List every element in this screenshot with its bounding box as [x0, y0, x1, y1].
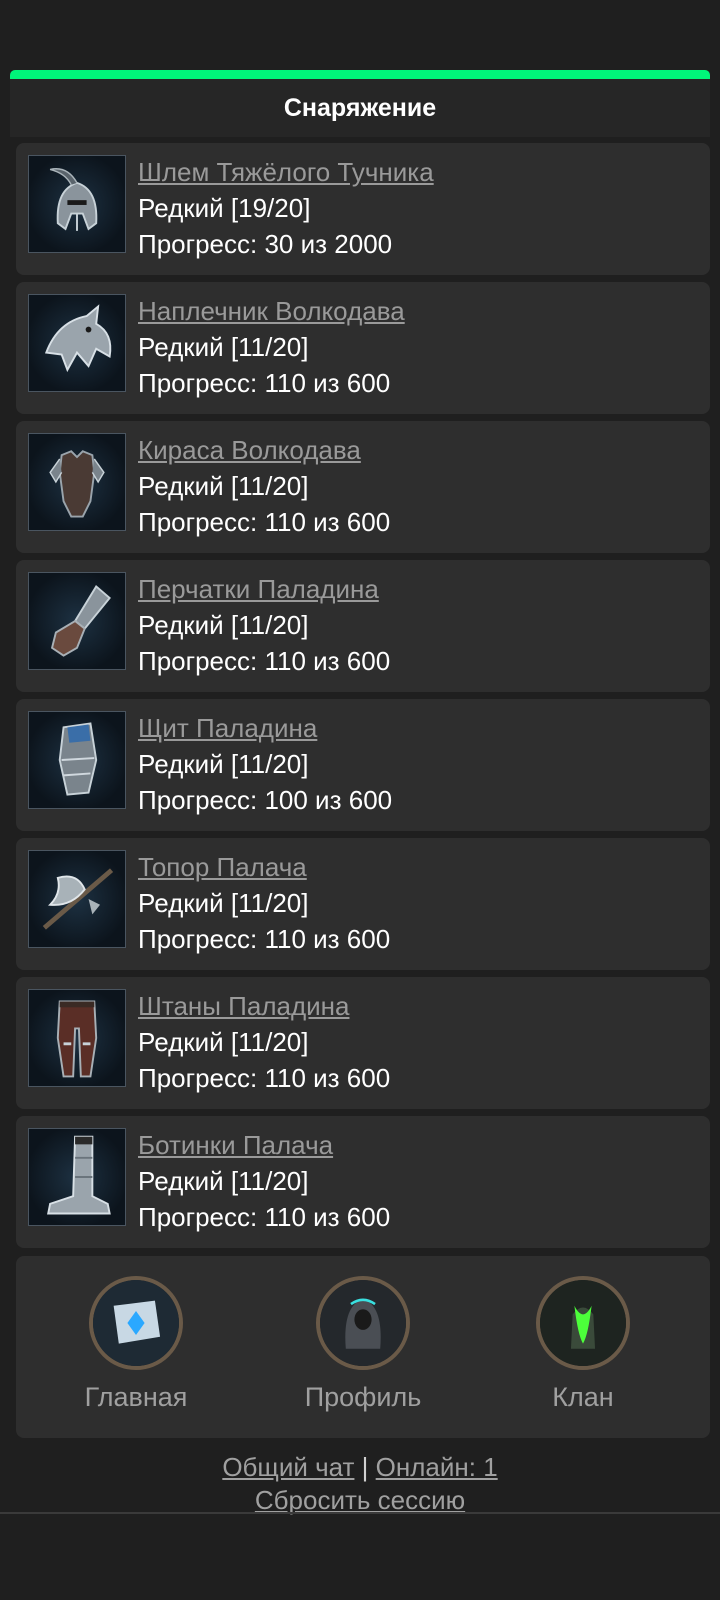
- pants-icon[interactable]: [28, 989, 126, 1087]
- clan-emblem-icon[interactable]: [536, 1276, 630, 1370]
- item-name-link[interactable]: Наплечник Волкодава: [138, 296, 405, 327]
- equipment-item[interactable]: Перчатки Паладина Редкий [11/20] Прогрес…: [16, 560, 710, 692]
- nav-home-label: Главная: [84, 1382, 188, 1412]
- footer-separator: |: [361, 1452, 369, 1482]
- footer-line-1: Общий чат | Онлайн: 1: [0, 1451, 720, 1484]
- item-name-link[interactable]: Ботинки Палача: [138, 1130, 333, 1161]
- shield-icon[interactable]: [28, 711, 126, 809]
- item-name-link[interactable]: Перчатки Паладина: [138, 574, 379, 605]
- nav-clan-button[interactable]: Клан: [493, 1276, 673, 1413]
- equipment-item[interactable]: Топор Палача Редкий [11/20] Прогресс: 11…: [16, 838, 710, 970]
- equipment-item[interactable]: Штаны Паладина Редкий [11/20] Прогресс: …: [16, 977, 710, 1109]
- nav-profile-label: Профиль: [304, 1382, 422, 1412]
- page-title: Снаряжение: [10, 79, 710, 137]
- equipment-list: Шлем Тяжёлого Тучника Редкий [19/20] Про…: [16, 143, 710, 1255]
- item-progress: Прогресс: 110 из 600: [138, 646, 391, 676]
- equipment-item[interactable]: Шлем Тяжёлого Тучника Редкий [19/20] Про…: [16, 143, 710, 275]
- item-name-link[interactable]: Топор Палача: [138, 852, 307, 883]
- item-name-link[interactable]: Штаны Паладина: [138, 991, 349, 1022]
- pauldron-icon[interactable]: [28, 294, 126, 392]
- axe-icon[interactable]: [28, 850, 126, 948]
- bottom-divider: [0, 1512, 720, 1514]
- equipment-item[interactable]: Кираса Волкодава Редкий [11/20] Прогресс…: [16, 421, 710, 553]
- item-progress: Прогресс: 110 из 600: [138, 507, 391, 537]
- item-rarity: Редкий [11/20]: [138, 749, 309, 779]
- item-progress: Прогресс: 110 из 600: [138, 368, 391, 398]
- accent-bar: [10, 70, 710, 79]
- item-name-link[interactable]: Шлем Тяжёлого Тучника: [138, 157, 434, 188]
- nav-home-button[interactable]: Главная: [46, 1276, 226, 1413]
- equipment-item[interactable]: Ботинки Палача Редкий [11/20] Прогресс: …: [16, 1116, 710, 1248]
- item-rarity: Редкий [11/20]: [138, 332, 309, 362]
- footer: Общий чат | Онлайн: 1 Сбросить сессию: [0, 1451, 720, 1517]
- general-chat-link[interactable]: Общий чат: [222, 1452, 354, 1482]
- reset-session-link[interactable]: Сбросить сессию: [255, 1485, 465, 1515]
- item-progress: Прогресс: 100 из 600: [138, 785, 393, 815]
- item-rarity: Редкий [11/20]: [138, 1027, 309, 1057]
- equipment-item[interactable]: Щит Паладина Редкий [11/20] Прогресс: 10…: [16, 699, 710, 831]
- helmet-icon[interactable]: [28, 155, 126, 253]
- bottom-navigation: Главная Профиль Клан: [16, 1256, 710, 1438]
- item-name-link[interactable]: Кираса Волкодава: [138, 435, 361, 466]
- item-rarity: Редкий [11/20]: [138, 471, 309, 501]
- boots-icon[interactable]: [28, 1128, 126, 1226]
- item-rarity: Редкий [11/20]: [138, 610, 309, 640]
- item-progress: Прогресс: 30 из 2000: [138, 229, 393, 259]
- item-rarity: Редкий [11/20]: [138, 888, 309, 918]
- cuirass-icon[interactable]: [28, 433, 126, 531]
- nav-profile-button[interactable]: Профиль: [273, 1276, 453, 1413]
- gauntlet-icon[interactable]: [28, 572, 126, 670]
- item-rarity: Редкий [19/20]: [138, 193, 311, 223]
- online-link[interactable]: Онлайн: 1: [376, 1452, 498, 1482]
- item-progress: Прогресс: 110 из 600: [138, 1063, 391, 1093]
- item-progress: Прогресс: 110 из 600: [138, 1202, 391, 1232]
- item-rarity: Редкий [11/20]: [138, 1166, 309, 1196]
- scroll-icon[interactable]: [89, 1276, 183, 1370]
- item-name-link[interactable]: Щит Паладина: [138, 713, 317, 744]
- equipment-item[interactable]: Наплечник Волкодава Редкий [11/20] Прогр…: [16, 282, 710, 414]
- nav-clan-label: Клан: [552, 1382, 614, 1412]
- hooded-figure-icon[interactable]: [316, 1276, 410, 1370]
- item-progress: Прогресс: 110 из 600: [138, 924, 391, 954]
